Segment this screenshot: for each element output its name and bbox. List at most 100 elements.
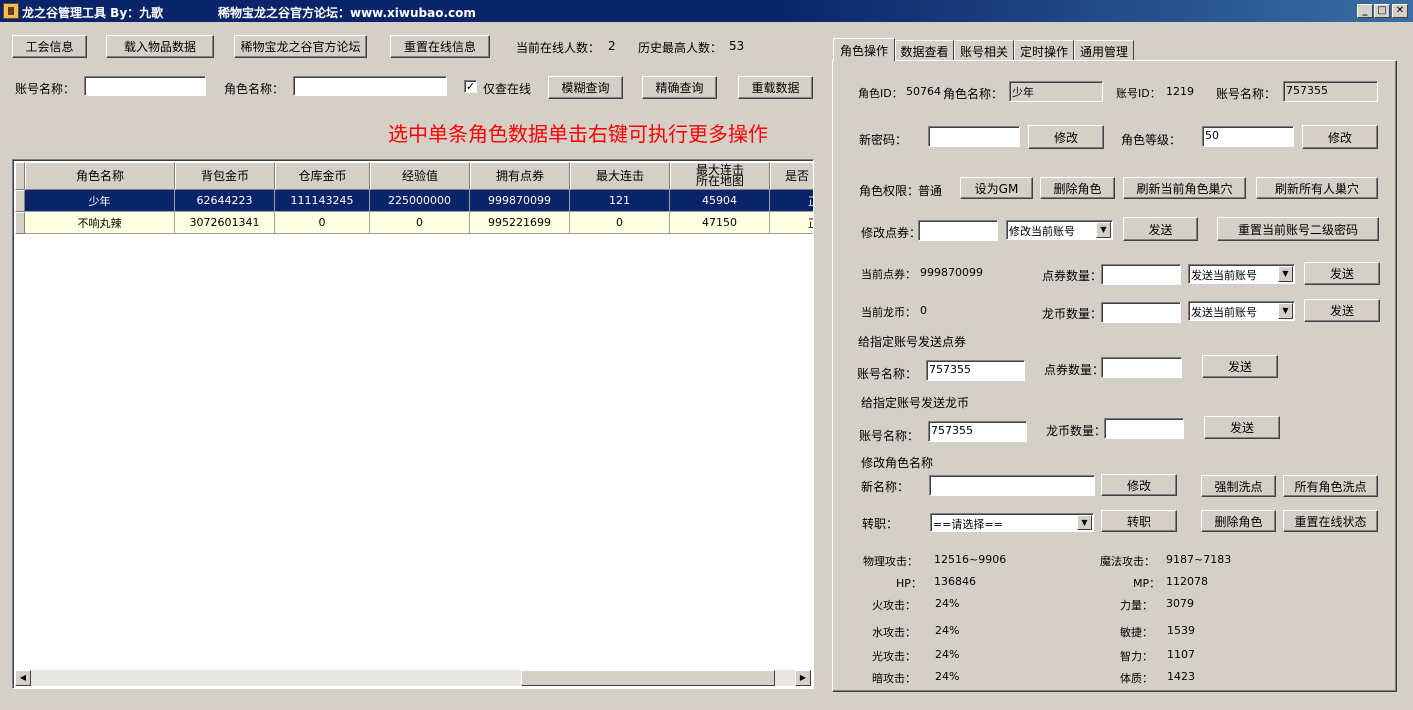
grid-cell[interactable]: 0: [370, 212, 470, 234]
row-indicator[interactable]: [15, 212, 25, 234]
load-items-button[interactable]: 载入物品数据: [106, 35, 214, 58]
give-points-quantity-input[interactable]: [1101, 357, 1182, 378]
grid-cell[interactable]: 少年: [25, 190, 175, 212]
role-level-input[interactable]: 50: [1202, 126, 1294, 147]
account-id-value: 1219: [1166, 85, 1194, 98]
rename-button[interactable]: 修改: [1101, 474, 1177, 496]
tab-general[interactable]: 通用管理: [1074, 40, 1134, 61]
grid-header[interactable]: 拥有点券: [470, 162, 570, 190]
scroll-left-icon[interactable]: ◀: [15, 670, 31, 686]
reset-second-password-button[interactable]: 重置当前账号二级密码: [1217, 217, 1379, 241]
reset-online-button[interactable]: 重置在线信息: [390, 35, 490, 58]
guild-info-button[interactable]: 工会信息: [12, 35, 87, 58]
grid-cell[interactable]: 47150: [670, 212, 770, 234]
strength-label: 力量：: [1120, 599, 1153, 612]
grid-header[interactable]: 是否: [770, 162, 813, 190]
give-points-send-button[interactable]: 发送: [1202, 355, 1278, 378]
grid-header[interactable]: 最大连击: [570, 162, 670, 190]
window-title: 龙之谷管理工具 By：九歌: [22, 6, 164, 20]
chevron-down-icon[interactable]: ▼: [1278, 303, 1293, 319]
chevron-down-icon[interactable]: ▼: [1096, 222, 1111, 238]
only-online-checkbox[interactable]: ✓: [464, 80, 477, 93]
account-name-input[interactable]: [84, 76, 206, 96]
dragon-quantity-input[interactable]: [1101, 302, 1181, 323]
horizontal-scrollbar[interactable]: ◀ ▶: [15, 670, 811, 686]
send-dragon-button[interactable]: 发送: [1304, 299, 1380, 322]
role-permission-value: 普通: [918, 184, 943, 198]
delete-role-button[interactable]: 删除角色: [1040, 177, 1115, 199]
delete-role-bottom-button[interactable]: 删除角色: [1201, 510, 1276, 532]
grid-cell[interactable]: 不响丸辣: [25, 212, 175, 234]
grid-cell[interactable]: 正: [770, 190, 813, 212]
refresh-all-nest-button[interactable]: 刷新所有人巢穴: [1256, 177, 1378, 199]
grid-cell[interactable]: 正: [770, 212, 813, 234]
give-dragon-quantity-label: 龙币数量：: [1046, 424, 1107, 438]
grid-cell[interactable]: 45904: [670, 190, 770, 212]
scroll-thumb[interactable]: [521, 670, 775, 686]
app-icon: [3, 3, 19, 19]
modify-level-button[interactable]: 修改: [1302, 125, 1378, 149]
grid-cell[interactable]: 3072601341: [175, 212, 275, 234]
chevron-down-icon[interactable]: ▼: [1278, 266, 1293, 282]
send-dragon-account-select[interactable]: 发送当前账号 ▼: [1188, 301, 1295, 321]
row-indicator[interactable]: [15, 190, 25, 212]
close-button[interactable]: ✕: [1392, 4, 1408, 18]
give-dragon-account-input[interactable]: 757355: [928, 421, 1027, 442]
give-dragon-quantity-input[interactable]: [1104, 418, 1184, 439]
grid-cell[interactable]: 121: [570, 190, 670, 212]
give-points-account-input[interactable]: 757355: [926, 360, 1025, 381]
forum-button[interactable]: 稀物宝龙之谷官方论坛: [234, 35, 367, 58]
grid-cell[interactable]: 225000000: [370, 190, 470, 212]
grid-header[interactable]: 仓库金币: [275, 162, 370, 190]
grid-cell[interactable]: 999870099: [470, 190, 570, 212]
tab-role-ops[interactable]: 角色操作: [833, 38, 895, 61]
job-select[interactable]: ==请选择== ▼: [930, 513, 1094, 532]
fuzzy-search-button[interactable]: 模糊查询: [548, 76, 623, 99]
reload-data-button[interactable]: 重载数据: [738, 76, 813, 99]
give-points-quantity-label: 点券数量：: [1044, 363, 1105, 377]
grid-header[interactable]: 角色名称: [25, 162, 175, 190]
modify-points-input[interactable]: [918, 220, 998, 241]
only-online-label: 仅查在线: [483, 82, 532, 96]
grid-cell[interactable]: 62644223: [175, 190, 275, 212]
force-wash-points-button[interactable]: 强制洗点: [1201, 475, 1276, 497]
points-quantity-input[interactable]: [1101, 264, 1181, 285]
grid-corner: [15, 162, 25, 190]
send-points-quantity-button[interactable]: 发送: [1304, 262, 1380, 285]
maximize-button[interactable]: □: [1374, 4, 1390, 18]
grid-header[interactable]: 最大连击所在地图: [670, 162, 770, 190]
select-value: 修改当前账号: [1009, 225, 1075, 238]
vitality-label: 体质：: [1120, 672, 1153, 685]
grid-cell[interactable]: 995221699: [470, 212, 570, 234]
reset-online-state-button[interactable]: 重置在线状态: [1283, 510, 1378, 532]
role-name-input[interactable]: [293, 76, 447, 96]
new-name-input[interactable]: [929, 475, 1095, 496]
role-grid[interactable]: 角色名称 背包金币 仓库金币 经验值 拥有点券 最大连击 最大连击所在地图 是否…: [12, 159, 814, 689]
minimize-button[interactable]: _: [1357, 4, 1373, 18]
fire-atk-value: 24%: [935, 597, 960, 610]
give-dragon-send-button[interactable]: 发送: [1204, 416, 1280, 439]
grid-header[interactable]: 经验值: [370, 162, 470, 190]
tab-data-view[interactable]: 数据查看: [895, 40, 954, 61]
all-wash-points-button[interactable]: 所有角色洗点: [1283, 475, 1378, 497]
set-gm-button[interactable]: 设为GM: [960, 177, 1033, 199]
exact-search-button[interactable]: 精确查询: [642, 76, 717, 99]
role-id-value: 50764: [906, 85, 941, 98]
grid-header[interactable]: 背包金币: [175, 162, 275, 190]
grid-cell[interactable]: 111143245: [275, 190, 370, 212]
grid-cell[interactable]: 0: [275, 212, 370, 234]
job-change-button[interactable]: 转职: [1101, 510, 1177, 532]
modify-password-button[interactable]: 修改: [1028, 125, 1104, 149]
agility-label: 敏捷：: [1120, 626, 1153, 639]
grid-cell[interactable]: 0: [570, 212, 670, 234]
scroll-right-icon[interactable]: ▶: [795, 670, 811, 686]
send-account-select[interactable]: 发送当前账号 ▼: [1188, 264, 1295, 284]
tab-account[interactable]: 账号相关: [954, 40, 1014, 61]
refresh-current-nest-button[interactable]: 刷新当前角色巢穴: [1123, 177, 1246, 199]
modify-account-select[interactable]: 修改当前账号 ▼: [1006, 220, 1113, 240]
send-points-button[interactable]: 发送: [1123, 217, 1198, 241]
chevron-down-icon[interactable]: ▼: [1077, 515, 1092, 530]
phys-atk-value: 12516~9906: [934, 553, 1007, 566]
tab-timed-ops[interactable]: 定时操作: [1014, 40, 1074, 61]
new-password-input[interactable]: [928, 126, 1020, 147]
